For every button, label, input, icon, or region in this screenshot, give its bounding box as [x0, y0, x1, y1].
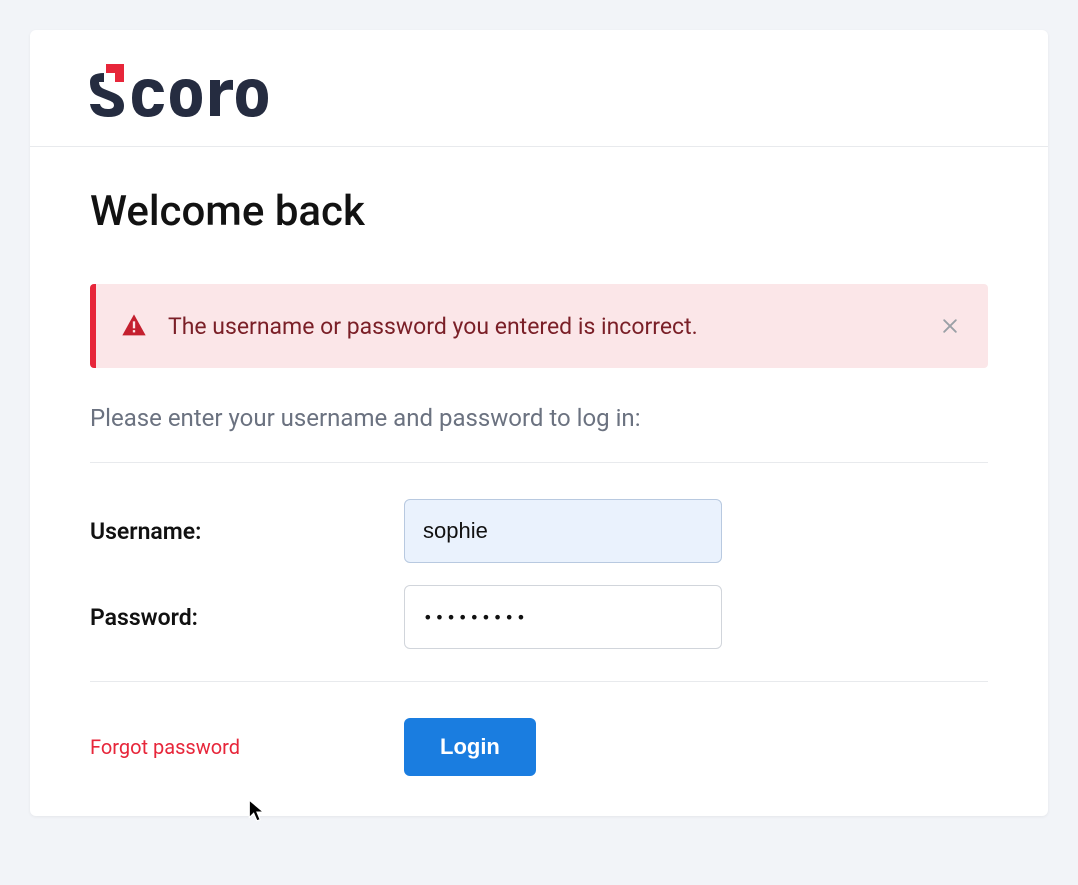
error-alert: The username or password you entered is …: [90, 284, 988, 368]
actions-row: Forgot password Login: [90, 718, 988, 776]
divider: [90, 462, 988, 463]
login-card: Welcome back The username or password yo…: [30, 30, 1048, 816]
forgot-password-link[interactable]: Forgot password: [90, 735, 404, 759]
divider: [90, 681, 988, 682]
warning-icon: [120, 312, 148, 340]
instruction-text: Please enter your username and password …: [90, 404, 988, 432]
card-header: [30, 30, 1048, 147]
password-input[interactable]: [404, 585, 722, 649]
password-row: Password:: [90, 585, 988, 649]
password-label: Password:: [90, 604, 404, 631]
page-title: Welcome back: [90, 187, 988, 236]
login-button[interactable]: Login: [404, 718, 536, 776]
alert-message: The username or password you entered is …: [168, 313, 936, 340]
username-row: Username:: [90, 499, 988, 563]
scoro-logo: [90, 62, 290, 122]
close-icon[interactable]: [936, 312, 964, 340]
username-input[interactable]: [404, 499, 722, 563]
username-label: Username:: [90, 518, 404, 545]
card-content: Welcome back The username or password yo…: [30, 147, 1048, 816]
logo-svg: [90, 62, 290, 118]
